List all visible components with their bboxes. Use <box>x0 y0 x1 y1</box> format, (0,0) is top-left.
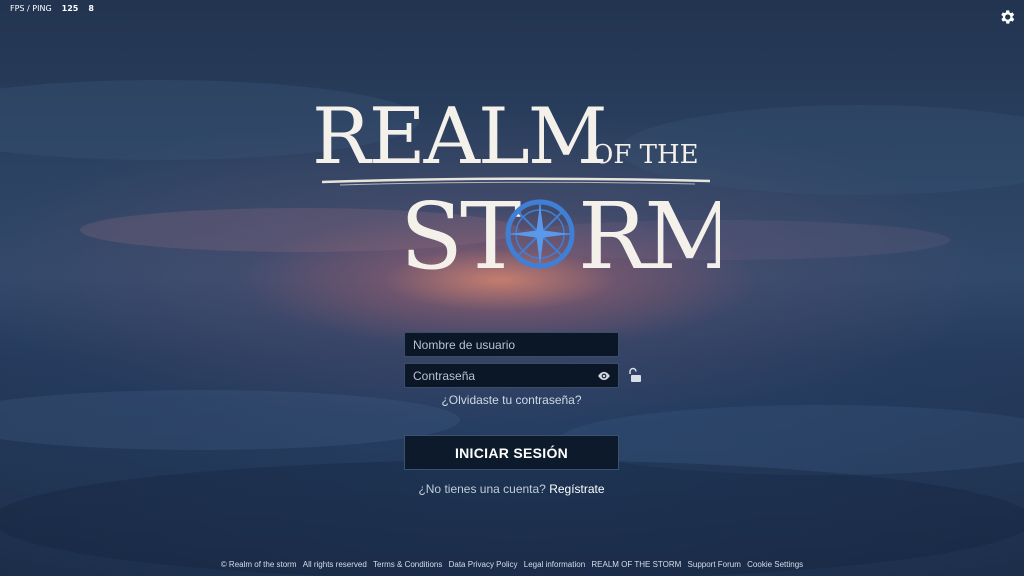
logo-word-of-the: OF THE <box>592 140 699 170</box>
forgot-password-link[interactable]: ¿Olvidaste tu contraseña? <box>404 393 619 407</box>
signup-prompt: ¿No tienes una cuenta? Regístrate <box>404 482 619 496</box>
password-input[interactable] <box>405 364 618 387</box>
unlock-icon[interactable] <box>626 367 642 383</box>
footer-rights: All rights reserved <box>302 560 367 569</box>
compass-icon <box>505 199 575 269</box>
username-input[interactable] <box>405 333 618 356</box>
footer-link-game[interactable]: REALM OF THE STORM <box>591 560 681 569</box>
fps-ping-readout: FPS / PING 125 8 <box>10 4 94 13</box>
fps-ping-label: FPS / PING <box>10 4 52 13</box>
register-link[interactable]: Regístrate <box>549 482 604 496</box>
eye-icon[interactable] <box>597 370 611 382</box>
ping-value: 8 <box>88 4 94 13</box>
footer-link-legal[interactable]: Legal information <box>524 560 585 569</box>
username-field[interactable] <box>404 332 619 357</box>
fps-value: 125 <box>61 4 79 13</box>
gear-icon[interactable] <box>998 8 1016 26</box>
footer-copyright: © Realm of the storm <box>220 560 297 569</box>
logo-word-st: ST <box>400 183 521 290</box>
footer-link-privacy[interactable]: Data Privacy Policy <box>449 560 518 569</box>
game-logo: REALM OF THE ST RM <box>312 92 720 290</box>
logo-word-rm: RM <box>578 183 720 290</box>
footer-link-cookies[interactable]: Cookie Settings <box>747 560 803 569</box>
footer-link-support[interactable]: Support Forum <box>688 560 741 569</box>
footer-link-terms[interactable]: Terms & Conditions <box>373 560 442 569</box>
login-button[interactable]: INICIAR SESIÓN <box>404 435 619 470</box>
password-field[interactable] <box>404 363 619 388</box>
footer: © Realm of the storm All rights reserved… <box>0 560 1024 569</box>
logo-word-realm: REALM <box>312 92 606 182</box>
no-account-text: ¿No tienes una cuenta? <box>418 482 546 496</box>
